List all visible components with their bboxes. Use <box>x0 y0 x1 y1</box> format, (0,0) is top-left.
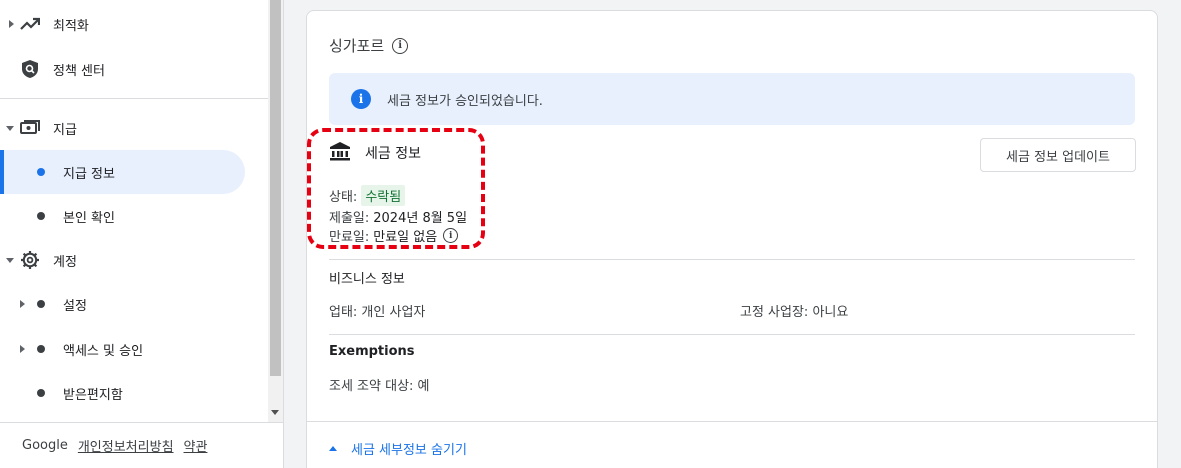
sidebar-scrollbar-thumb[interactable] <box>270 0 281 376</box>
bullet-icon <box>37 300 45 308</box>
info-icon[interactable]: i <box>443 228 459 243</box>
sidebar-item-label: 받은편지함 <box>63 387 123 403</box>
info-filled-icon: i <box>351 89 371 109</box>
expand-caret-icon[interactable] <box>9 20 14 28</box>
sidebar-item-label: 계정 <box>53 254 77 270</box>
hide-tax-details-toggle[interactable]: 세금 세부정보 숨기기 <box>329 439 467 458</box>
sidebar-item-label: 본인 확인 <box>63 210 115 226</box>
business-type-text: 업태: 개인 사업자 <box>329 305 426 320</box>
submitted-value: 2024년 8월 5일 <box>373 211 468 226</box>
sidebar-item-label: 설정 <box>63 298 87 314</box>
submitted-row: 제출일: 2024년 8월 5일 <box>329 207 467 226</box>
tax-info-title: 세금 정보 <box>365 146 421 162</box>
sidebar-divider <box>0 98 268 99</box>
payments-icon <box>19 117 41 139</box>
status-label: 상태: <box>329 190 358 205</box>
active-bullet-icon <box>37 168 45 176</box>
policy-shield-icon <box>19 58 41 80</box>
status-badge: 수락됨 <box>361 185 406 206</box>
bullet-icon <box>37 345 45 353</box>
sidebar-item-label: 정책 센터 <box>53 63 105 79</box>
trending-up-icon <box>19 13 41 35</box>
banner-text: 세금 정보가 승인되었습니다. <box>387 93 543 109</box>
collapse-caret-icon[interactable] <box>6 258 14 263</box>
bullet-icon <box>37 212 45 220</box>
sidebar-item-label: 지급 <box>53 122 77 138</box>
app-root: 최적화 정책 센터 지급 지급 정보 본인 확인 계정 설정 액세스 및 승인 … <box>0 0 1181 468</box>
expiry-label: 만료일: <box>329 230 370 245</box>
privacy-policy-link[interactable]: 개인정보처리방침 <box>78 436 174 455</box>
country-heading: 싱가포르 i <box>329 35 409 56</box>
chevron-up-icon <box>329 446 337 451</box>
sidebar-item-label: 최적화 <box>53 18 89 34</box>
sidebar-footer: Google 개인정보처리방침 약관 <box>0 422 283 468</box>
section-divider <box>329 259 1135 260</box>
sidebar-item-inbox[interactable]: 받은편지함 <box>0 371 268 415</box>
sidebar-item-account[interactable]: 계정 <box>0 238 268 282</box>
sidebar-nav: 최적화 정책 센터 지급 지급 정보 본인 확인 계정 설정 액세스 및 승인 … <box>0 0 268 422</box>
tax-info-card: 싱가포르 i i 세금 정보가 승인되었습니다. 세금 정보 상태: 수락됨 제… <box>306 10 1158 468</box>
scroll-down-arrow-icon[interactable] <box>271 410 279 415</box>
section-divider <box>329 334 1135 335</box>
terms-link[interactable]: 약관 <box>184 436 208 455</box>
exemptions-title: Exemptions <box>329 344 415 359</box>
tax-info-heading: 세금 정보 <box>329 141 421 165</box>
info-icon[interactable]: i <box>392 37 409 54</box>
gear-icon <box>19 249 41 271</box>
toggle-label: 세금 세부정보 숨기기 <box>351 443 467 458</box>
expiry-row: 만료일: 만료일 없음 i <box>329 226 459 245</box>
fixed-place-text: 고정 사업장: 아니요 <box>740 305 849 320</box>
google-logo-text: Google <box>22 438 68 453</box>
bullet-icon <box>37 389 45 397</box>
sidebar-item-settings[interactable]: 설정 <box>0 282 268 326</box>
sidebar-item-payment-info[interactable]: 지급 정보 <box>0 150 268 194</box>
sidebar: 최적화 정책 센터 지급 지급 정보 본인 확인 계정 설정 액세스 및 승인 … <box>0 0 284 468</box>
collapse-caret-icon[interactable] <box>6 126 14 131</box>
update-tax-info-button[interactable]: 세금 정보 업데이트 <box>980 138 1136 172</box>
business-info-title: 비즈니스 정보 <box>329 272 405 287</box>
tax-treaty-text: 조세 조약 대상: 예 <box>329 379 430 394</box>
bank-icon <box>329 141 351 165</box>
expiry-value: 만료일 없음 <box>373 230 438 245</box>
sidebar-item-identity-verification[interactable]: 본인 확인 <box>0 194 268 238</box>
sidebar-item-policy-center[interactable]: 정책 센터 <box>0 47 268 91</box>
sidebar-item-label: 액세스 및 승인 <box>63 343 144 359</box>
expand-caret-icon[interactable] <box>20 300 25 308</box>
approval-banner: i 세금 정보가 승인되었습니다. <box>329 73 1135 125</box>
expand-caret-icon[interactable] <box>20 345 25 353</box>
card-footer-divider <box>307 421 1157 422</box>
sidebar-item-access-authorization[interactable]: 액세스 및 승인 <box>0 327 268 371</box>
status-row: 상태: 수락됨 <box>329 185 406 206</box>
sidebar-item-label: 지급 정보 <box>63 166 115 182</box>
sidebar-item-optimization[interactable]: 최적화 <box>0 2 268 46</box>
country-name: 싱가포르 <box>329 37 385 55</box>
submitted-label: 제출일: <box>329 211 370 226</box>
sidebar-item-payments[interactable]: 지급 <box>0 106 268 150</box>
